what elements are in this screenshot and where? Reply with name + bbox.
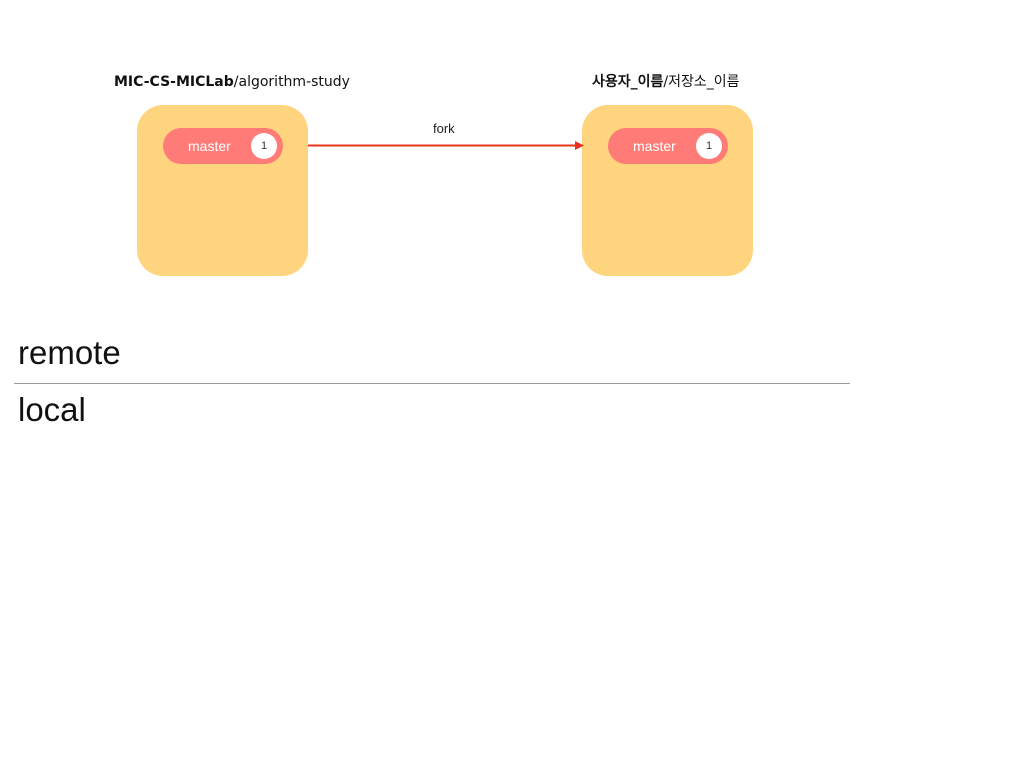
origin-repo-title: MIC-CS-MICLab/algorithm-study — [114, 73, 350, 91]
origin-master-branch: master 1 — [163, 128, 283, 164]
fork-arrow-label: fork — [433, 121, 455, 136]
remote-zone-label: remote — [18, 334, 121, 371]
fork-repo-title: 사용자_이름/저장소_이름 — [592, 73, 740, 91]
remote-local-divider — [14, 383, 850, 384]
origin-branch-label: master — [188, 138, 231, 154]
origin-repo-box: master 1 — [137, 105, 308, 276]
fork-repo-name: 저장소_이름 — [668, 74, 740, 90]
fork-repo-owner: 사용자_이름 — [592, 74, 664, 90]
origin-commit-badge: 1 — [251, 133, 277, 159]
origin-repo-name: algorithm-study — [238, 74, 350, 90]
fork-repo-box: master 1 — [582, 105, 753, 276]
local-zone-label: local — [18, 391, 86, 428]
fork-commit-badge: 1 — [696, 133, 722, 159]
origin-repo-owner: MIC-CS-MICLab — [114, 74, 234, 90]
fork-branch-label: master — [633, 138, 676, 154]
fork-master-branch: master 1 — [608, 128, 728, 164]
